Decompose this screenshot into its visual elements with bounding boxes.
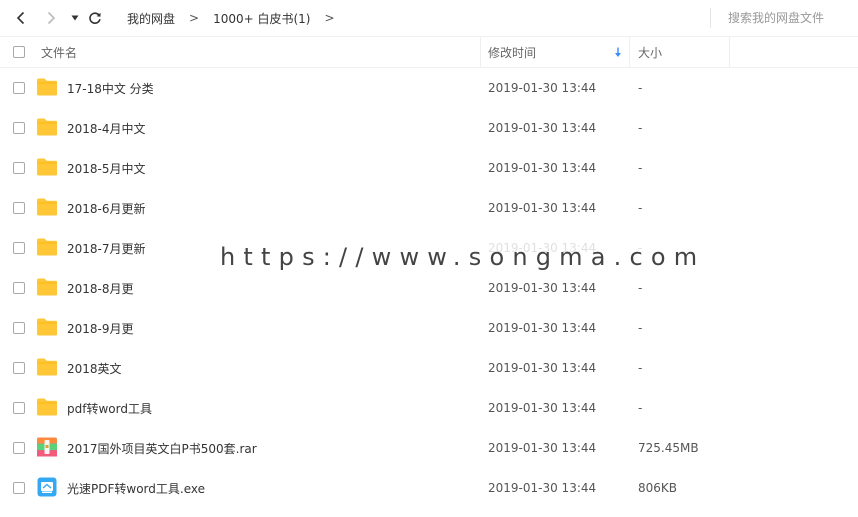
file-row[interactable]: 2018-5月中文 2019-01-30 13:44 - <box>0 148 858 188</box>
back-button[interactable] <box>11 8 31 28</box>
search-divider <box>710 8 711 28</box>
file-name[interactable]: 2018-9月更 <box>67 308 134 348</box>
row-checkbox[interactable] <box>13 282 25 294</box>
file-row[interactable]: 2018-6月更新 2019-01-30 13:44 - <box>0 188 858 228</box>
row-checkbox[interactable] <box>13 202 25 214</box>
folder-icon <box>37 118 57 136</box>
breadcrumb-separator: > <box>324 11 335 25</box>
forward-button[interactable] <box>41 8 61 28</box>
exe-file-icon <box>37 477 57 497</box>
file-list-header: 文件名 修改时间 大小 <box>0 36 858 68</box>
folder-icon <box>37 318 57 336</box>
row-checkbox[interactable] <box>13 82 25 94</box>
file-row[interactable]: 光速PDF转word工具.exe 2019-01-30 13:44 806KB <box>0 468 858 508</box>
breadcrumb-separator: > <box>189 11 200 25</box>
file-size: 806KB <box>638 481 678 495</box>
row-checkbox[interactable] <box>13 122 25 134</box>
folder-icon <box>37 238 57 256</box>
folder-icon <box>37 398 57 416</box>
search-input[interactable] <box>718 8 858 28</box>
file-name[interactable]: pdf转word工具 <box>67 388 152 428</box>
file-size: - <box>638 81 643 95</box>
file-size: - <box>638 321 643 335</box>
file-name[interactable]: 2018-8月更 <box>67 268 134 308</box>
file-name[interactable]: 2018-6月更新 <box>67 188 146 228</box>
refresh-icon <box>89 12 101 24</box>
sort-descending-icon[interactable] <box>614 37 622 67</box>
row-checkbox[interactable] <box>13 402 25 414</box>
file-name[interactable]: 2018-4月中文 <box>67 108 146 148</box>
row-checkbox[interactable] <box>13 162 25 174</box>
folder-icon <box>37 78 57 96</box>
file-size: - <box>638 121 643 135</box>
breadcrumb-item-my-drive[interactable]: 我的网盘 <box>127 10 175 27</box>
breadcrumb-item-current-folder[interactable]: 1000+ 白皮书(1) <box>213 10 310 27</box>
file-row[interactable]: 2018-9月更 2019-01-30 13:44 - <box>0 308 858 348</box>
file-modified: 2019-01-30 13:44 <box>488 361 597 375</box>
refresh-button[interactable] <box>85 8 105 28</box>
file-name[interactable]: 2018-5月中文 <box>67 148 146 188</box>
file-row[interactable]: pdf转word工具 2019-01-30 13:44 - <box>0 388 858 428</box>
watermark-text: https://www.songma.com <box>220 243 706 271</box>
row-checkbox[interactable] <box>13 482 25 494</box>
column-divider[interactable] <box>629 37 630 67</box>
column-header-name[interactable]: 文件名 <box>41 37 77 67</box>
file-row[interactable]: 17-18中文 分类 2019-01-30 13:44 - <box>0 68 858 108</box>
file-modified: 2019-01-30 13:44 <box>488 201 597 215</box>
row-checkbox[interactable] <box>13 442 25 454</box>
file-size: 725.45MB <box>638 441 699 455</box>
caret-down-icon <box>71 15 79 21</box>
chevron-right-icon <box>47 11 56 25</box>
folder-icon <box>37 198 57 216</box>
select-all-checkbox[interactable] <box>13 46 25 58</box>
row-checkbox[interactable] <box>13 322 25 334</box>
top-toolbar: 我的网盘 > 1000+ 白皮书(1) > <box>0 0 858 36</box>
file-modified: 2019-01-30 13:44 <box>488 481 597 495</box>
file-name[interactable]: 2017国外项目英文白P书500套.rar <box>67 428 257 468</box>
file-name[interactable]: 2018英文 <box>67 348 122 388</box>
file-modified: 2019-01-30 13:44 <box>488 121 597 135</box>
breadcrumb: 我的网盘 > 1000+ 白皮书(1) > <box>127 10 349 26</box>
file-size: - <box>638 161 643 175</box>
column-header-size[interactable]: 大小 <box>638 37 662 67</box>
folder-icon <box>37 278 57 296</box>
file-modified: 2019-01-30 13:44 <box>488 161 597 175</box>
file-row[interactable]: 2018英文 2019-01-30 13:44 - <box>0 348 858 388</box>
file-size: - <box>638 401 643 415</box>
column-header-modified[interactable]: 修改时间 <box>488 37 536 67</box>
row-checkbox[interactable] <box>13 362 25 374</box>
file-size: - <box>638 201 643 215</box>
column-divider[interactable] <box>729 37 730 67</box>
file-modified: 2019-01-30 13:44 <box>488 441 597 455</box>
file-modified: 2019-01-30 13:44 <box>488 321 597 335</box>
file-size: - <box>638 361 643 375</box>
file-row[interactable]: 2018-4月中文 2019-01-30 13:44 - <box>0 108 858 148</box>
file-modified: 2019-01-30 13:44 <box>488 81 597 95</box>
row-checkbox[interactable] <box>13 242 25 254</box>
folder-icon <box>37 358 57 376</box>
file-row[interactable]: 2017国外项目英文白P书500套.rar 2019-01-30 13:44 7… <box>0 428 858 468</box>
file-name[interactable]: 2018-7月更新 <box>67 228 146 268</box>
history-dropdown-button[interactable] <box>65 8 85 28</box>
folder-icon <box>37 158 57 176</box>
chevron-left-icon <box>16 11 25 25</box>
rar-archive-icon <box>37 437 57 457</box>
file-modified: 2019-01-30 13:44 <box>488 401 597 415</box>
column-divider[interactable] <box>480 37 481 67</box>
file-name[interactable]: 17-18中文 分类 <box>67 68 154 108</box>
file-name[interactable]: 光速PDF转word工具.exe <box>67 468 205 508</box>
